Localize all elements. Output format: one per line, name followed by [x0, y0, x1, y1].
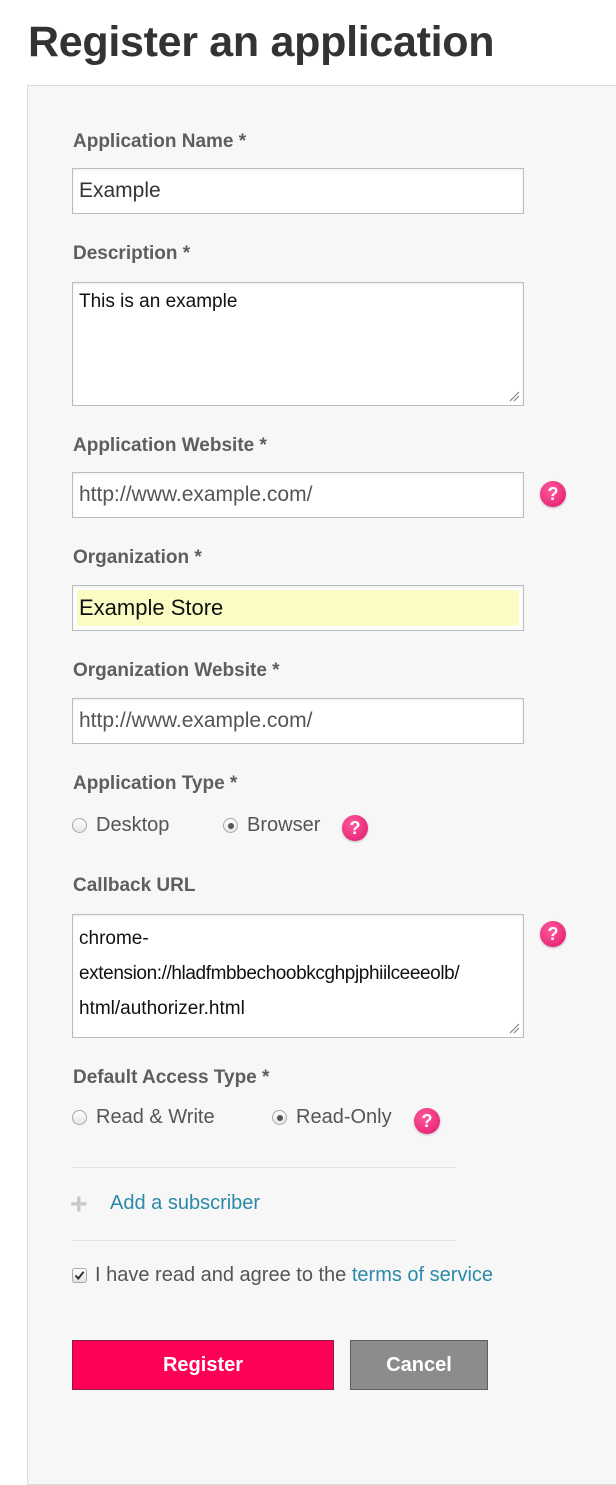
description-value: This is an example — [79, 291, 238, 312]
access-type-label: Default Access Type * — [73, 1067, 270, 1088]
app-type-label: Application Type * — [73, 773, 238, 794]
radio-button-selected[interactable] — [272, 1110, 287, 1125]
organization-label: Organization * — [73, 547, 202, 568]
app-website-label: Application Website * — [73, 435, 267, 456]
app-name-label: Application Name * — [73, 131, 247, 152]
callback-url-textarea[interactable]: chrome- extension://hladfmbbechoobkcghpj… — [72, 914, 524, 1038]
app-type-desktop-option[interactable]: Desktop — [72, 814, 169, 837]
divider — [72, 1167, 456, 1168]
org-website-label: Organization Website * — [73, 660, 280, 681]
org-website-input[interactable]: http://www.example.com/ — [72, 698, 524, 744]
resize-grip-icon[interactable] — [508, 1022, 520, 1034]
add-subscriber-link[interactable]: Add a subscriber — [110, 1192, 260, 1215]
radio-label: Browser — [247, 814, 321, 836]
app-type-browser-option[interactable]: Browser — [223, 814, 320, 837]
terms-text: I have read and agree to the — [95, 1264, 347, 1286]
app-website-input[interactable]: http://www.example.com/ — [72, 472, 524, 518]
cancel-button[interactable]: Cancel — [350, 1340, 488, 1390]
terms-of-service-link[interactable]: terms of service — [352, 1264, 493, 1287]
organization-value: Example Store — [77, 590, 519, 626]
radio-button-selected[interactable] — [223, 818, 238, 833]
access-read-write-option[interactable]: Read & Write — [72, 1106, 215, 1129]
access-read-only-option[interactable]: Read-Only — [272, 1106, 392, 1129]
help-question-icon[interactable]: ? — [540, 481, 566, 507]
register-button[interactable]: Register — [72, 1340, 334, 1390]
description-label: Description * — [73, 243, 191, 264]
callback-url-label: Callback URL — [73, 875, 196, 896]
help-question-icon[interactable]: ? — [540, 921, 566, 947]
plus-icon[interactable]: + — [70, 1190, 88, 1220]
help-question-icon[interactable]: ? — [414, 1108, 440, 1134]
callback-url-line: extension://hladfmbbechoobkcghpjphiilcee… — [79, 963, 460, 984]
page-title: Register an application — [28, 18, 495, 66]
radio-button[interactable] — [72, 1110, 87, 1125]
help-question-icon[interactable]: ? — [342, 815, 368, 841]
organization-input[interactable]: Example Store — [72, 585, 524, 631]
divider — [72, 1240, 456, 1241]
callback-url-line: html/authorizer.html — [79, 998, 245, 1019]
checkmark-icon — [74, 1271, 85, 1281]
radio-label: Desktop — [96, 814, 170, 836]
resize-grip-icon[interactable] — [508, 390, 520, 402]
callback-url-line: chrome- — [79, 928, 149, 949]
app-name-input[interactable]: Example — [72, 168, 524, 214]
radio-label: Read-Only — [296, 1106, 392, 1128]
radio-label: Read & Write — [96, 1106, 215, 1128]
description-textarea[interactable]: This is an example — [72, 282, 524, 406]
radio-button[interactable] — [72, 818, 87, 833]
terms-row: I have read and agree to the terms of se… — [72, 1264, 493, 1287]
terms-checkbox[interactable] — [72, 1268, 87, 1283]
